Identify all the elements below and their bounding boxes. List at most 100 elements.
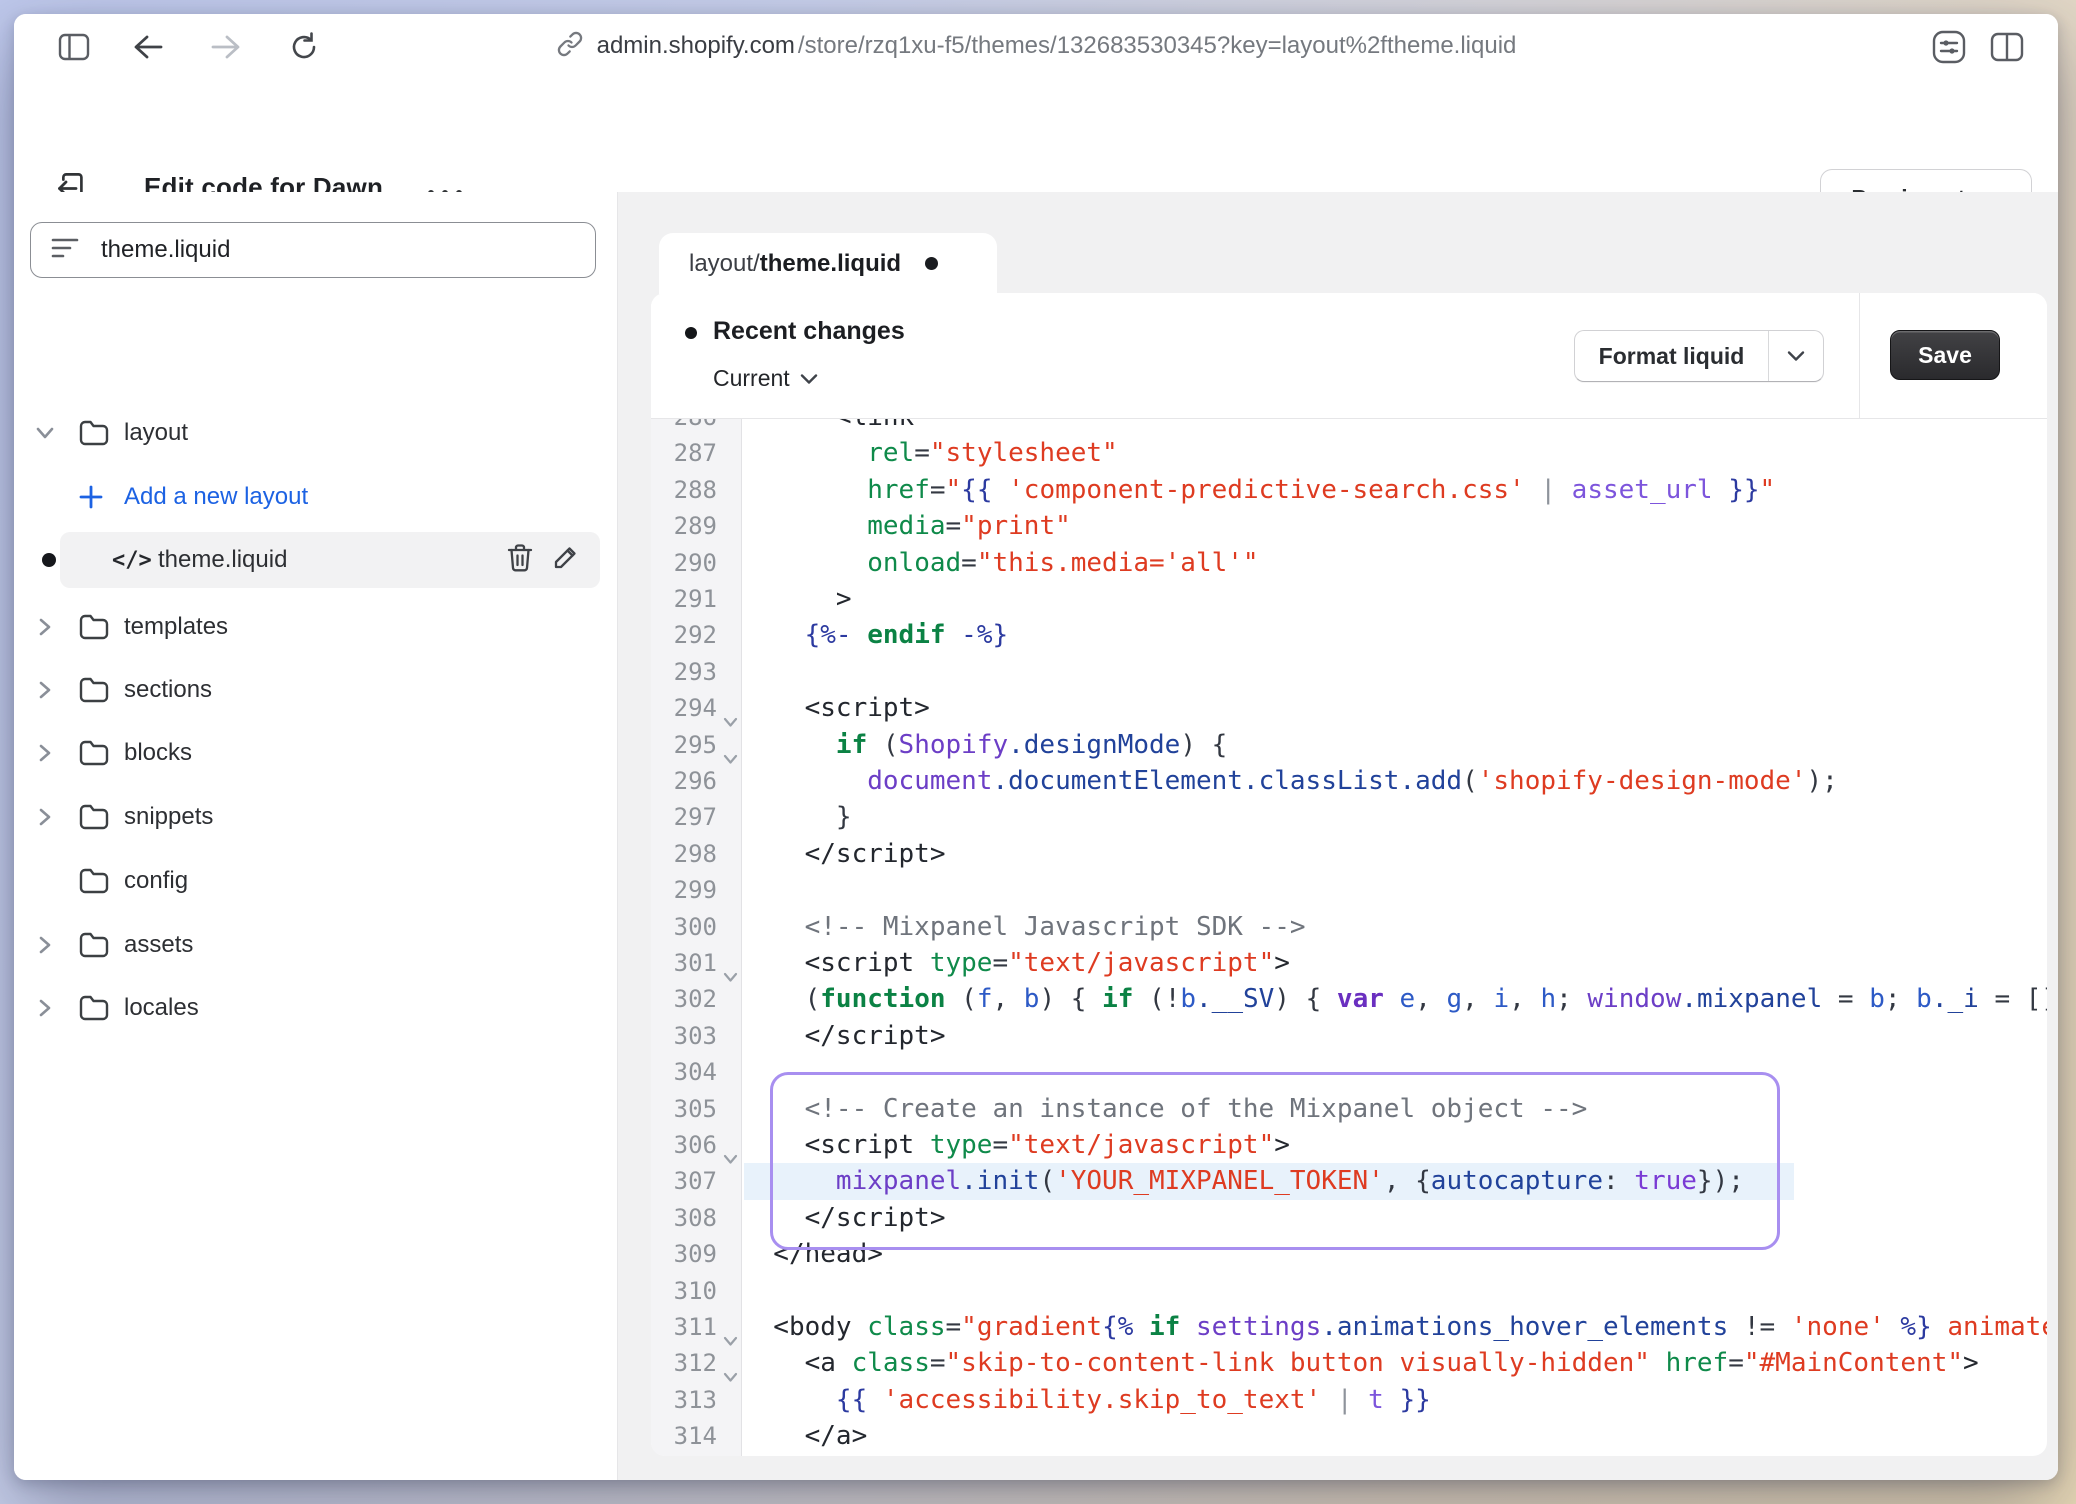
code-line-312[interactable]: <a class="skip-to-content-link button vi… (742, 1345, 1979, 1382)
file-search-input[interactable]: theme.liquid (30, 222, 596, 278)
sidebar-item-config[interactable]: config (26, 853, 600, 909)
chevron-right-icon[interactable] (26, 615, 64, 639)
code-line-301[interactable]: <script type="text/javascript"> (742, 945, 1290, 982)
code-line-309[interactable]: </head> (742, 1236, 883, 1273)
forward-icon[interactable] (208, 29, 244, 65)
code-token: function (820, 984, 945, 1014)
code-line-298[interactable]: </script> (742, 836, 946, 873)
chevron-right-icon[interactable] (26, 805, 64, 829)
back-icon[interactable] (130, 29, 166, 65)
trash-icon[interactable] (506, 543, 534, 578)
code-line-300[interactable]: <!-- Mixpanel Javascript SDK --> (742, 909, 1306, 946)
code-line-289[interactable]: media="print" (742, 508, 1071, 545)
chevron-right-icon[interactable] (26, 678, 64, 702)
pencil-icon[interactable] (552, 543, 580, 578)
line-number-text: 311 (674, 1313, 717, 1341)
sidebar-item-snippets[interactable]: snippets (26, 789, 600, 845)
code-line-306[interactable]: <script type="text/javascript"> (742, 1127, 1290, 1164)
chevron-right-icon[interactable] (26, 996, 64, 1020)
code-token: <a (742, 1348, 852, 1378)
recent-changes-title: Recent changes (713, 317, 905, 346)
line-number-text: 294 (674, 694, 717, 722)
sidebar-item-layout[interactable]: layout (26, 405, 600, 461)
line-number-text: 308 (674, 1204, 717, 1232)
line-number: 303 (651, 1018, 741, 1055)
format-liquid-button[interactable]: Format liquid (1574, 330, 1824, 382)
code-token: .animations_hover_elements (1321, 1312, 1728, 1342)
chevron-right-icon[interactable] (26, 933, 64, 957)
sidebar-item-label: sections (124, 676, 212, 704)
chevron-down-icon (33, 424, 57, 442)
sidebar-item-blocks[interactable]: blocks (26, 725, 600, 781)
code-line-313[interactable]: {{ 'accessibility.skip_to_text' | t }} (742, 1382, 1431, 1419)
sidebar-toggle-icon[interactable] (56, 29, 92, 65)
code-token: b (1024, 984, 1040, 1014)
code-token: : (1603, 1166, 1634, 1196)
line-number-text: 287 (674, 439, 717, 467)
code-line-295[interactable]: if (Shopify.designMode) { (742, 727, 1227, 764)
code-token: } (742, 802, 852, 832)
code-line-305[interactable]: <!-- Create an instance of the Mixpanel … (742, 1091, 1587, 1128)
code-token: ) { (1039, 984, 1102, 1014)
sidebar-item-add-new-layout[interactable]: Add a new layout (26, 469, 600, 525)
split-view-icon[interactable] (1989, 29, 2025, 65)
sidebar-item-templates[interactable]: templates (26, 599, 600, 655)
sidebar-item-locales[interactable]: locales (26, 980, 600, 1036)
line-number: 292 (651, 617, 741, 654)
line-number: 287 (651, 435, 741, 472)
code-token (742, 548, 867, 578)
code-line-307[interactable]: mixpanel.init('YOUR_MIXPANEL_TOKEN', {au… (742, 1163, 1744, 1200)
code-token: {{ (742, 1385, 883, 1415)
code-editor[interactable]: 2862872882892902912922932942952962972982… (651, 418, 2047, 1456)
sidebar-item-sections[interactable]: sections (26, 662, 600, 718)
code-token: , (992, 984, 1023, 1014)
chevron-right-icon[interactable] (26, 741, 64, 765)
code-line-288[interactable]: href="{{ 'component-predictive-search.cs… (742, 472, 1775, 509)
line-number-text: 303 (674, 1022, 717, 1050)
folder-icon (78, 994, 122, 1022)
folder-icon (78, 676, 110, 704)
line-number: 290 (651, 545, 741, 582)
code-token: ) { (1274, 984, 1337, 1014)
browser-toolbar: admin.shopify.com/store/rzq1xu-f5/themes… (14, 14, 2058, 79)
code-line-297[interactable]: } (742, 799, 852, 836)
code-line-292[interactable]: {%- endif -%} (742, 617, 1008, 654)
code-line-311[interactable]: <body class="gradient{% if settings.anim… (742, 1309, 2047, 1346)
reload-icon[interactable] (286, 29, 322, 65)
code-token: g (1447, 984, 1463, 1014)
format-options-dropdown[interactable] (1768, 331, 1823, 381)
code-line-314[interactable]: </a> (742, 1418, 867, 1455)
code-token: <script (742, 948, 930, 978)
line-number-text: 298 (674, 840, 717, 868)
line-number: 313 (651, 1382, 741, 1419)
line-number-text: 299 (674, 876, 717, 904)
save-button[interactable]: Save (1890, 330, 2000, 380)
sidebar-item-theme-liquid[interactable]: </>theme.liquid (60, 532, 600, 588)
line-number-text: 288 (674, 476, 717, 504)
code-line-308[interactable]: </script> (742, 1200, 946, 1237)
folder-icon (78, 419, 110, 447)
code-line-294[interactable]: <script> (742, 690, 930, 727)
code-line-296[interactable]: document.documentElement.classList.add('… (742, 763, 1838, 800)
sidebar-item-assets[interactable]: assets (26, 917, 600, 973)
code-line-290[interactable]: onload="this.media='all'" (742, 545, 1259, 582)
tab-theme-liquid[interactable]: layout/theme.liquid (659, 233, 997, 294)
code-token: ( (1462, 766, 1478, 796)
version-dropdown[interactable]: Current (713, 365, 818, 392)
code-line-302[interactable]: (function (f, b) { if (!b.__SV) { var e,… (742, 981, 2047, 1018)
code-token: = (946, 511, 962, 541)
folder-icon (78, 931, 122, 959)
code-token: h (1540, 984, 1556, 1014)
line-number: 304 (651, 1054, 741, 1091)
line-number-text: 314 (674, 1422, 717, 1450)
line-number-text: 290 (674, 549, 717, 577)
line-number: 295 (651, 727, 741, 764)
code-line-287[interactable]: rel="stylesheet" (742, 435, 1118, 472)
code-token: "stylesheet" (930, 438, 1118, 468)
extensions-icon[interactable] (1931, 29, 1967, 65)
chevron-down-icon[interactable] (26, 424, 64, 442)
code-line-303[interactable]: </script> (742, 1018, 946, 1055)
code-line-286[interactable]: <link (742, 418, 914, 436)
line-number-text: 291 (674, 585, 717, 613)
code-line-291[interactable]: > (742, 581, 852, 618)
